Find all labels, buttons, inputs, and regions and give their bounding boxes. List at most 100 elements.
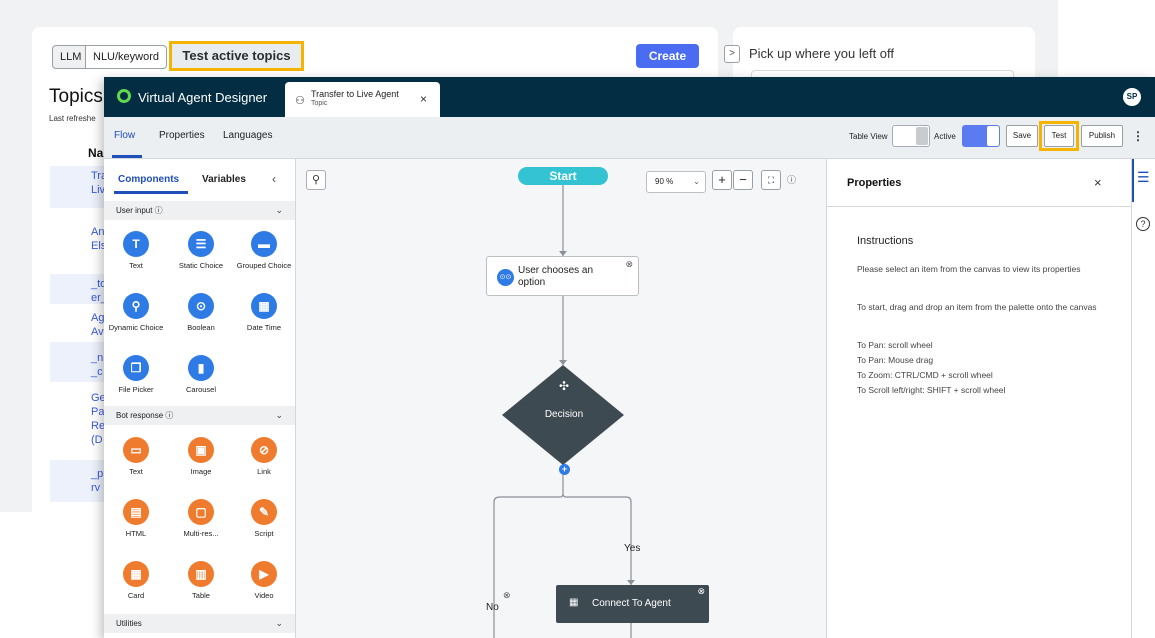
topic-link[interactable]: Liv <box>91 184 105 197</box>
tab-properties[interactable]: Properties <box>159 130 205 141</box>
section-user-input[interactable]: User input ⓘ ⌄ <box>104 201 295 220</box>
properties-icon[interactable]: ☰ <box>1137 169 1150 186</box>
chevron-down-icon: ⌄ <box>275 205 283 215</box>
topic-link[interactable]: _p <box>91 468 103 481</box>
table-view-toggle[interactable] <box>892 125 930 147</box>
avatar[interactable]: SP <box>1123 88 1141 106</box>
tab-variables[interactable]: Variables <box>202 174 246 185</box>
palette-item-dynamic-choice[interactable]: ⚲ Dynamic Choice <box>106 293 166 332</box>
collapse-icon[interactable]: ‹ <box>272 172 276 186</box>
chevron-down-icon: ⌄ <box>275 618 283 628</box>
palette-item-table[interactable]: ▥ Table <box>171 561 231 600</box>
start-node[interactable]: Start <box>518 167 608 185</box>
palette-item-grouped-choice[interactable]: ▬ Grouped Choice <box>234 231 294 270</box>
image-icon: ▣ <box>188 437 214 463</box>
palette-item-label: Multi-res... <box>183 529 219 538</box>
tab-components[interactable]: Components <box>118 174 179 185</box>
help-icon[interactable]: ? <box>1136 217 1150 231</box>
nlu-keyword-toggle[interactable]: NLU/keyword <box>85 45 168 69</box>
topic-link[interactable]: Ag <box>91 312 104 325</box>
tree-icon: ⚇ <box>295 95 305 107</box>
search-icon[interactable]: ⚲ <box>306 170 326 190</box>
text-icon: T <box>123 231 149 257</box>
publish-button[interactable]: Publish <box>1081 125 1123 147</box>
multi-response-icon: ▢ <box>188 499 214 525</box>
palette-item-label: Static Choice <box>178 261 224 270</box>
topic-link[interactable]: _c <box>91 366 103 379</box>
palette-item-script[interactable]: ✎ Script <box>234 499 294 538</box>
table-row <box>50 460 110 502</box>
palette-item-image[interactable]: ▣ Image <box>171 437 231 476</box>
move-icon[interactable]: ✣ <box>554 379 574 393</box>
palette-item-boolean[interactable]: ⊙ Boolean <box>171 293 231 332</box>
palette-item-file-picker[interactable]: ❐ File Picker <box>106 355 166 394</box>
palette-item-html[interactable]: ▤ HTML <box>106 499 166 538</box>
palette-item-bot-text[interactable]: ▭ Text <box>106 437 166 476</box>
section-utilities[interactable]: Utilities ⌄ <box>104 614 295 633</box>
palette-item-card[interactable]: ▦ Card <box>106 561 166 600</box>
test-button[interactable]: Test <box>1044 125 1074 147</box>
zoom-select[interactable]: 90 % ⌄ <box>646 171 706 193</box>
right-rail: ☰ ? <box>1131 159 1155 638</box>
zoom-in-button[interactable]: + <box>712 170 732 190</box>
close-icon[interactable]: ⊗ <box>697 586 705 597</box>
tab-languages[interactable]: Languages <box>223 130 273 141</box>
carousel-icon: ▮ <box>188 355 214 381</box>
topic-link[interactable]: Re <box>91 420 105 433</box>
table-view-label: Table View <box>849 132 888 141</box>
instruction-text: To Pan: scroll wheel <box>857 340 933 350</box>
app-title: Virtual Agent Designer <box>138 90 268 105</box>
palette-item-label: Carousel <box>185 385 216 394</box>
section-label: Utilities <box>116 619 142 628</box>
topic-link[interactable]: rv <box>91 482 100 495</box>
llm-toggle[interactable]: LLM <box>52 45 90 69</box>
section-bot-response[interactable]: Bot response ⓘ ⌄ <box>104 406 295 425</box>
tab-flow[interactable]: Flow <box>114 130 135 141</box>
palette-item-label: Link <box>257 467 271 476</box>
close-icon[interactable]: ⊗ <box>625 259 633 270</box>
close-icon[interactable]: × <box>1094 175 1102 190</box>
palette-item-carousel[interactable]: ▮ Carousel <box>171 355 231 394</box>
zoom-out-button[interactable]: − <box>733 170 753 190</box>
test-active-topics-button[interactable]: Test active topics <box>169 41 304 71</box>
play-icon: ▶ <box>251 561 277 587</box>
topic-link[interactable]: (D <box>91 434 103 447</box>
close-icon[interactable]: × <box>420 92 427 106</box>
topic-link[interactable]: Pa <box>91 406 104 419</box>
more-options-icon[interactable]: ⋮ <box>1132 130 1144 142</box>
connect-to-agent-node[interactable]: ▦ Connect To Agent ⊗ <box>556 585 709 623</box>
flow-connectors <box>493 185 635 638</box>
create-button[interactable]: Create <box>636 44 699 68</box>
toolbar: Flow Properties Languages Table View Act… <box>104 117 1155 159</box>
topic-link[interactable]: Av <box>91 326 104 339</box>
card-icon: ▦ <box>123 561 149 587</box>
properties-panel: Properties × Instructions Please select … <box>826 159 1132 638</box>
instruction-text: To Scroll left/right: SHIFT + scroll whe… <box>857 385 1006 395</box>
instruction-text: To Zoom: CTRL/CMD + scroll wheel <box>857 370 993 380</box>
file-icon: ❐ <box>123 355 149 381</box>
palette-item-text[interactable]: T Text <box>106 231 166 270</box>
add-icon[interactable]: + <box>559 464 570 475</box>
close-icon[interactable]: ⊗ <box>503 590 511 601</box>
palette-item-date-time[interactable]: ▦ Date Time <box>234 293 294 332</box>
pickup-title: Pick up where you left off <box>749 46 895 61</box>
palette-item-static-choice[interactable]: ☰ Static Choice <box>171 231 231 270</box>
palette-item-multi-response[interactable]: ▢ Multi-res... <box>171 499 231 538</box>
topic-link[interactable]: An <box>91 226 104 239</box>
agent-icon: ▦ <box>569 597 579 608</box>
save-button[interactable]: Save <box>1006 125 1038 147</box>
topic-link[interactable]: _n <box>91 352 103 365</box>
message-icon: ▭ <box>123 437 149 463</box>
app-header: Virtual Agent Designer ⚇ Transfer to Liv… <box>104 77 1155 117</box>
info-icon[interactable]: ⓘ <box>787 173 796 186</box>
chevron-right-icon[interactable]: > <box>724 45 740 63</box>
flow-canvas[interactable]: ⚲ Start 90 % ⌄ + − ⛶ ⓘ ⊙⊙ User chooses a… <box>296 159 826 638</box>
active-toggle[interactable] <box>962 125 1000 147</box>
tab-transfer-to-live-agent[interactable]: ⚇ Transfer to Live Agent Topic × <box>285 82 440 117</box>
palette-item-link[interactable]: ⊘ Link <box>234 437 294 476</box>
fit-to-screen-icon[interactable]: ⛶ <box>761 170 781 190</box>
branch-label-yes: Yes <box>624 543 641 554</box>
palette-item-video[interactable]: ▶ Video <box>234 561 294 600</box>
user-input-node[interactable]: ⊙⊙ User chooses an option ⊗ <box>486 256 639 296</box>
tab-title: Transfer to Live Agent <box>311 89 399 99</box>
